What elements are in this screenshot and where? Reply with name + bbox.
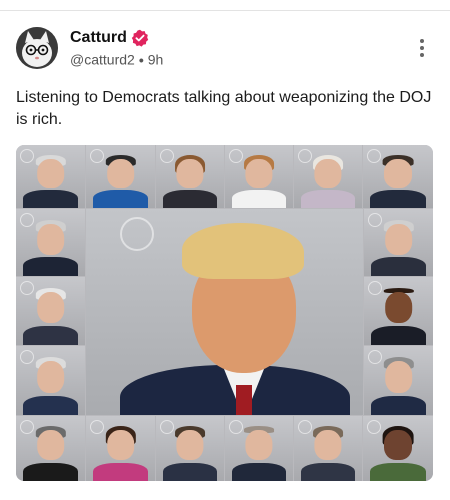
mugshot-tile xyxy=(364,277,433,345)
top-divider xyxy=(0,10,450,11)
mugshot-tile xyxy=(16,277,85,345)
author-handle[interactable]: @catturd2 xyxy=(70,52,135,68)
mugshot-tile xyxy=(294,145,362,208)
mugshot-tile xyxy=(364,209,433,276)
mugshot-tile xyxy=(294,416,362,481)
mugshot-tile xyxy=(363,145,433,208)
post-header: Catturd @catturd2 • 9h xyxy=(16,27,436,71)
author-meta: @catturd2 • 9h xyxy=(70,50,164,68)
mugshot-tile xyxy=(363,416,433,481)
mugshot-tile xyxy=(156,145,224,208)
post-timestamp[interactable]: 9h xyxy=(148,52,164,68)
more-vertical-icon[interactable] xyxy=(416,39,428,61)
verified-badge-icon xyxy=(131,29,149,47)
mugshot-tile xyxy=(16,145,85,208)
mugshot-tile xyxy=(16,346,85,415)
cat-avatar-icon[interactable] xyxy=(16,27,58,69)
mugshot-tile xyxy=(16,416,85,481)
author-display-name[interactable]: Catturd xyxy=(70,29,127,47)
mugshot-tile xyxy=(86,145,155,208)
center-mugshot xyxy=(86,209,363,415)
mugshot-tile xyxy=(225,145,293,208)
mugshot-tile xyxy=(364,346,433,415)
mugshot-tile xyxy=(156,416,224,481)
mugshot-tile xyxy=(225,416,293,481)
meta-separator: • xyxy=(138,51,144,68)
post-text: Listening to Democrats talking about wea… xyxy=(16,89,432,128)
author-block: Catturd @catturd2 • 9h xyxy=(70,29,163,68)
mugshot-tile xyxy=(86,416,155,481)
post-media-collage[interactable] xyxy=(16,145,433,481)
mugshot-tile xyxy=(16,209,85,276)
